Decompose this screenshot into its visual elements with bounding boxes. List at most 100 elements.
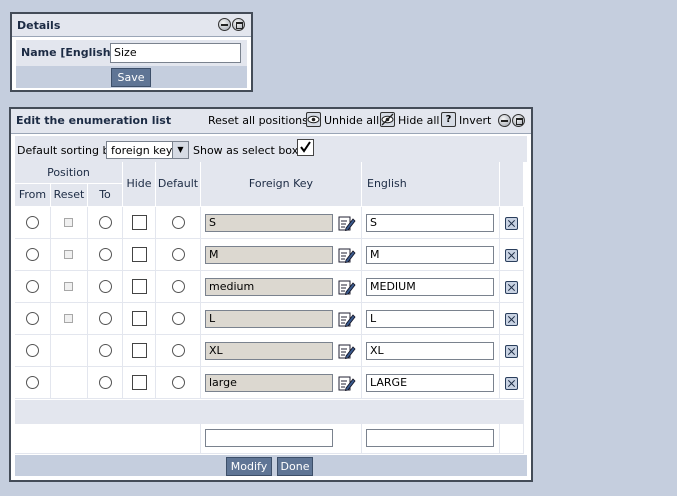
new-foreign-key-input[interactable] xyxy=(205,429,333,447)
header-to: To xyxy=(88,184,123,207)
from-radio[interactable] xyxy=(26,216,39,229)
english-input[interactable]: MEDIUM xyxy=(366,278,494,296)
table-row: XL XL xyxy=(15,335,524,367)
minimize-icon[interactable] xyxy=(498,114,511,127)
to-radio[interactable] xyxy=(99,216,112,229)
minimize-icon[interactable] xyxy=(218,18,231,31)
new-entry-row xyxy=(15,424,524,454)
sorting-select[interactable]: foreign key ▼ xyxy=(106,141,189,159)
default-radio[interactable] xyxy=(172,376,185,389)
table-row: LL xyxy=(15,303,524,335)
hide-checkbox[interactable] xyxy=(132,247,147,262)
hide-checkbox[interactable] xyxy=(132,343,147,358)
default-radio[interactable] xyxy=(172,312,185,325)
reset-all-positions-link[interactable]: Reset all positions xyxy=(208,114,308,127)
header-foreign-key: Foreign Key xyxy=(201,162,362,207)
from-radio[interactable] xyxy=(26,344,39,357)
hide-checkbox[interactable] xyxy=(132,279,147,294)
edit-pencil-icon[interactable] xyxy=(338,343,356,361)
save-button[interactable]: Save xyxy=(111,68,151,87)
header-actions xyxy=(500,162,524,207)
from-radio[interactable] xyxy=(26,248,39,261)
table-row: SS xyxy=(15,207,524,239)
edit-pencil-icon[interactable] xyxy=(338,311,356,329)
header-english: English xyxy=(362,162,500,207)
hide-checkbox[interactable] xyxy=(132,375,147,390)
enum-header: Edit the enumeration list Reset all posi… xyxy=(11,109,531,134)
table-row: large LARGE xyxy=(15,367,524,399)
english-input[interactable]: S xyxy=(366,214,494,232)
foreign-key-field: medium xyxy=(205,278,333,296)
details-body: Name [English] Size xyxy=(16,40,247,66)
from-radio[interactable] xyxy=(26,280,39,293)
unhide-all-link[interactable]: Unhide all xyxy=(324,114,379,127)
invert-link[interactable]: Invert xyxy=(459,114,491,127)
details-title: Details xyxy=(17,19,61,32)
delete-x-icon[interactable] xyxy=(505,217,518,230)
select-box-label: Show as select box xyxy=(193,144,299,157)
checkmark-icon xyxy=(300,141,311,153)
from-radio[interactable] xyxy=(26,312,39,325)
hide-checkbox[interactable] xyxy=(132,311,147,326)
foreign-key-field: large xyxy=(205,374,333,392)
delete-x-icon[interactable] xyxy=(505,281,518,294)
enum-panel: Edit the enumeration list Reset all posi… xyxy=(9,107,533,482)
to-radio[interactable] xyxy=(99,376,112,389)
maximize-icon[interactable] xyxy=(512,114,525,127)
reset-position-checkbox[interactable] xyxy=(64,282,73,291)
to-radio[interactable] xyxy=(99,280,112,293)
default-radio[interactable] xyxy=(172,248,185,261)
to-radio[interactable] xyxy=(99,248,112,261)
foreign-key-field: L xyxy=(205,310,333,328)
select-box-checkbox[interactable] xyxy=(297,139,314,156)
reset-position-checkbox[interactable] xyxy=(64,314,73,323)
maximize-icon[interactable] xyxy=(232,18,245,31)
edit-pencil-icon[interactable] xyxy=(338,215,356,233)
edit-pencil-icon[interactable] xyxy=(338,247,356,265)
name-label: Name [English] xyxy=(21,46,116,59)
table-row: MM xyxy=(15,239,524,271)
delete-x-icon[interactable] xyxy=(505,377,518,390)
header-reset: Reset xyxy=(51,184,88,207)
reset-position-checkbox[interactable] xyxy=(64,250,73,259)
to-radio[interactable] xyxy=(99,312,112,325)
header-position: Position xyxy=(15,162,123,184)
header-hide: Hide xyxy=(123,162,156,207)
default-radio[interactable] xyxy=(172,280,185,293)
delete-x-icon[interactable] xyxy=(505,249,518,262)
header-default: Default xyxy=(156,162,201,207)
sorting-select-value: foreign key xyxy=(111,144,173,157)
reset-position-checkbox[interactable] xyxy=(64,218,73,227)
table-row: medium MEDIUM xyxy=(15,271,524,303)
eye-crossed-icon[interactable] xyxy=(380,112,395,127)
eye-icon[interactable] xyxy=(306,112,321,127)
from-radio[interactable] xyxy=(26,376,39,389)
new-english-input[interactable] xyxy=(366,429,494,447)
spacer-row xyxy=(15,400,524,424)
foreign-key-field: XL xyxy=(205,342,333,360)
foreign-key-field: M xyxy=(205,246,333,264)
to-radio[interactable] xyxy=(99,344,112,357)
question-icon[interactable]: ? xyxy=(441,112,456,127)
default-radio[interactable] xyxy=(172,344,185,357)
english-input[interactable]: LARGE xyxy=(366,374,494,392)
hide-checkbox[interactable] xyxy=(132,215,147,230)
foreign-key-field: S xyxy=(205,214,333,232)
name-input[interactable]: Size xyxy=(110,43,241,63)
modify-button[interactable]: Modify xyxy=(226,457,272,476)
delete-x-icon[interactable] xyxy=(505,313,518,326)
chevron-down-icon[interactable]: ▼ xyxy=(172,142,188,158)
delete-x-icon[interactable] xyxy=(505,345,518,358)
enum-title: Edit the enumeration list xyxy=(16,114,172,127)
details-panel: Details Name [English] Size Save xyxy=(10,12,253,92)
hide-all-link[interactable]: Hide all xyxy=(398,114,439,127)
edit-pencil-icon[interactable] xyxy=(338,375,356,393)
default-radio[interactable] xyxy=(172,216,185,229)
english-input[interactable]: XL xyxy=(366,342,494,360)
done-button[interactable]: Done xyxy=(277,457,313,476)
header-from: From xyxy=(15,184,51,207)
edit-pencil-icon[interactable] xyxy=(338,279,356,297)
english-input[interactable]: L xyxy=(366,310,494,328)
sorting-label: Default sorting by xyxy=(17,144,116,157)
english-input[interactable]: M xyxy=(366,246,494,264)
